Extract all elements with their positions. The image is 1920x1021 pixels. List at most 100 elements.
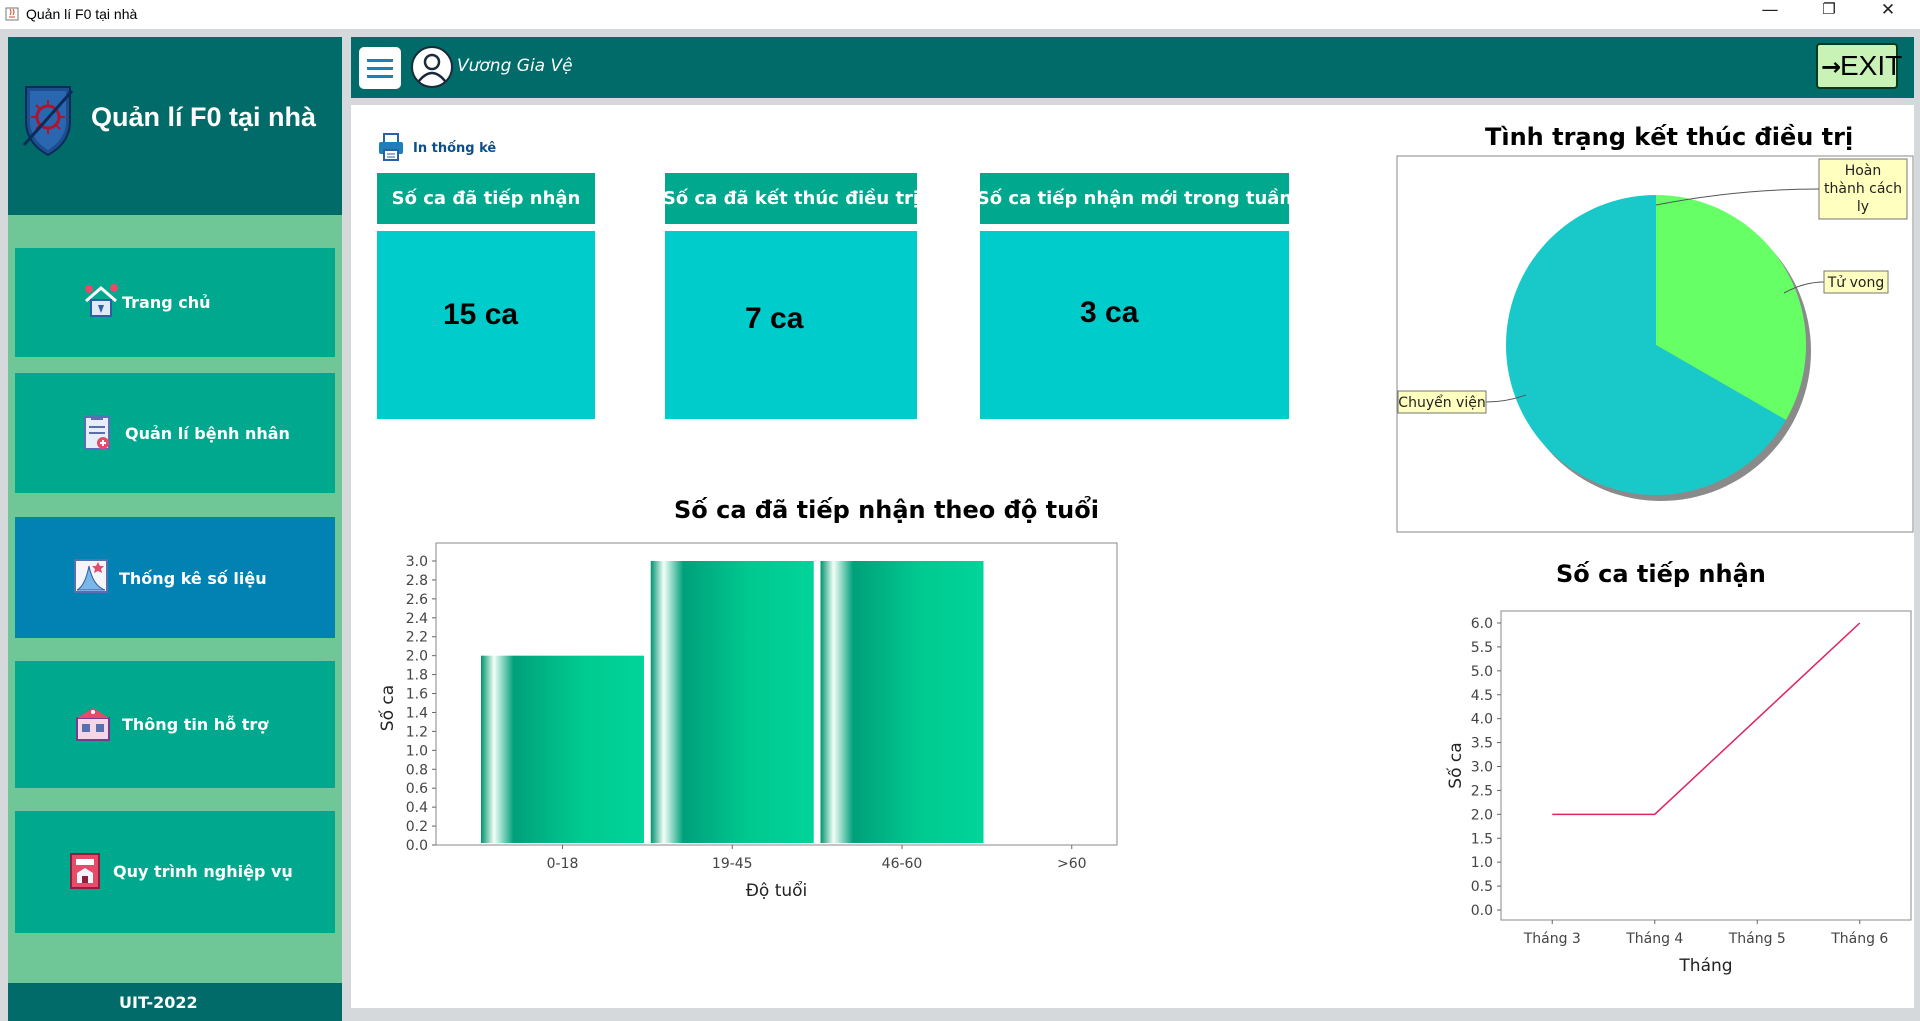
y-tick-label: 1.8: [406, 668, 428, 684]
x-tick-label: 0-18: [547, 856, 579, 872]
y-tick-label: 2.8: [406, 573, 428, 589]
y-axis-label: Số ca: [1445, 742, 1466, 788]
pie-label-text: ly: [1857, 199, 1869, 215]
y-tick-label: 2.2: [406, 630, 428, 646]
card-title-new-this-week: Số ca tiếp nhận mới trong tuần: [977, 173, 1292, 224]
y-tick-label: 0.6: [406, 781, 428, 797]
y-axis-label: Số ca: [377, 685, 398, 731]
y-tick-label: 3.0: [1471, 760, 1493, 776]
card-value-finished: 7 ca: [745, 302, 804, 335]
exit-arrow-icon: →: [1821, 53, 1842, 81]
sidebar-item-label: Thống kê số liệu: [119, 569, 267, 588]
minimize-button[interactable]: —: [1742, 0, 1798, 29]
sidebar-item-procedures[interactable]: Quy trình nghiệp vụ: [15, 811, 335, 933]
sidebar-app-title: Quản lí F0 tại nhà: [91, 102, 317, 132]
sidebar-item-label: Thông tin hỗ trợ: [122, 715, 269, 734]
support-icon: [76, 708, 110, 741]
card-value-received: 15 ca: [443, 298, 519, 331]
procedure-book-icon: [70, 853, 100, 889]
user-name: Vương Gia Vệ: [457, 56, 573, 76]
print-label: In thống kê: [413, 141, 497, 156]
card-finished: 7 ca: [665, 231, 917, 419]
bar-chart-title: Số ca đã tiếp nhận theo độ tuổi: [674, 496, 1099, 524]
x-tick-label: Tháng 6: [1830, 931, 1888, 947]
y-tick-label: 2.0: [1471, 807, 1493, 823]
pie-label-text: Chuyển viện: [1398, 394, 1485, 411]
y-tick-label: 2.0: [406, 649, 428, 665]
y-tick-label: 6.0: [1471, 616, 1493, 632]
sidebar-item-home[interactable]: Trang chủ: [15, 248, 335, 357]
exit-button[interactable]: → EXIT: [1816, 43, 1902, 89]
y-tick-label: 0.0: [1471, 903, 1493, 919]
restore-button[interactable]: ❐: [1801, 0, 1857, 29]
x-tick-label: Tháng 4: [1625, 931, 1683, 947]
x-tick-label: >60: [1057, 856, 1087, 872]
y-tick-label: 1.4: [406, 705, 428, 721]
menu-line: [367, 59, 393, 62]
y-tick-label: 1.0: [406, 743, 428, 759]
home-icon: [85, 284, 118, 317]
y-tick-label: 0.0: [406, 838, 428, 854]
user-avatar-icon: [411, 46, 453, 88]
x-tick-label: Tháng 3: [1523, 931, 1581, 947]
card-title-received: Số ca đã tiếp nhận: [377, 173, 595, 224]
sidebar-item-statistics[interactable]: Thống kê số liệu: [15, 517, 335, 638]
y-tick-label: 3.0: [406, 554, 428, 570]
y-tick-label: 3.5: [1471, 736, 1493, 752]
card-value-new-this-week: 3 ca: [1080, 296, 1139, 329]
y-tick-label: 5.5: [1471, 640, 1493, 656]
x-axis-label: Tháng: [1678, 956, 1732, 976]
x-tick-label: 46-60: [882, 856, 923, 872]
java-app-icon: [5, 7, 19, 21]
sidebar-item-label: Quy trình nghiệp vụ: [113, 862, 293, 881]
close-button[interactable]: ✕: [1860, 0, 1916, 29]
bar-19-45: [650, 561, 814, 843]
menu-line: [367, 75, 393, 78]
x-axis-label: Độ tuổi: [746, 880, 808, 901]
y-tick-label: 2.4: [406, 611, 428, 627]
line-chart: 0.0 0.5 1.0 1.5 2.0 2.5 3.0 3.5 4.0 4.5 5.0 5.5 6.0 T…: [1445, 610, 1912, 976]
card-title-finished: Số ca đã kết thúc điều trị: [663, 173, 919, 224]
y-tick-label: 0.4: [406, 800, 428, 816]
chart-icon: [74, 559, 108, 593]
card-received: 15 ca: [377, 231, 595, 419]
line-chart-title: Số ca tiếp nhận: [1556, 560, 1766, 588]
y-tick-label: 1.5: [1471, 831, 1493, 847]
y-tick-label: 4.0: [1471, 712, 1493, 728]
y-tick-label: 1.6: [406, 687, 428, 703]
card-new-this-week: 3 ca: [980, 231, 1289, 419]
menu-line: [367, 67, 393, 70]
y-tick-label: 2.6: [406, 592, 428, 608]
patient-record-icon: [84, 415, 110, 450]
y-tick-label: 1.0: [1471, 855, 1493, 871]
pie-chart: Hoàn thành cách ly Tử vong Chuyển viện: [1396, 155, 1914, 533]
y-tick-label: 4.5: [1471, 688, 1493, 704]
window-title-bar: Quản lí F0 tại nhà — ❐ ✕: [0, 0, 1920, 29]
y-tick-label: 0.2: [406, 819, 428, 835]
exit-label: EXIT: [1840, 50, 1903, 81]
y-tick-label: 0.5: [1471, 879, 1493, 895]
sidebar-item-label: Quản lí bệnh nhân: [125, 424, 290, 443]
pie-chart-title: Tình trạng kết thúc điều trị: [1485, 123, 1854, 151]
pie-label-text: Tử vong: [1827, 275, 1885, 291]
x-tick-label: Tháng 5: [1728, 931, 1786, 947]
sidebar-header: Quản lí F0 tại nhà: [8, 37, 342, 215]
bar-0-18: [481, 655, 644, 843]
sidebar-footer: UIT-2022: [8, 983, 342, 1021]
y-tick-label: 1.2: [406, 724, 428, 740]
bar-46-60: [820, 561, 984, 843]
x-tick-label: 19-45: [712, 856, 753, 872]
bar-chart: 0.0 0.2 0.4 0.6 0.8 1.0 1.2 1.4 1.6 1.8 2.0 2.2 2.4 2…: [377, 542, 1118, 901]
pie-label-text: thành cách: [1824, 181, 1902, 197]
sidebar-item-label: Trang chủ: [122, 293, 211, 312]
y-tick-label: 0.8: [406, 762, 428, 778]
sidebar-item-support[interactable]: Thông tin hỗ trợ: [15, 661, 335, 788]
main-panel: In thống kê Số ca đã tiếp nhận 15 ca Số …: [351, 105, 1914, 1008]
pie-label-text: Hoàn: [1845, 163, 1882, 179]
top-header: Vương Gia Vệ → EXIT: [351, 37, 1914, 98]
y-tick-label: 2.5: [1471, 783, 1493, 799]
window-title: Quản lí F0 tại nhà: [26, 6, 138, 22]
sidebar-item-patients[interactable]: Quản lí bệnh nhân: [15, 373, 335, 493]
hamburger-menu-button[interactable]: [359, 47, 401, 89]
y-tick-label: 5.0: [1471, 664, 1493, 680]
